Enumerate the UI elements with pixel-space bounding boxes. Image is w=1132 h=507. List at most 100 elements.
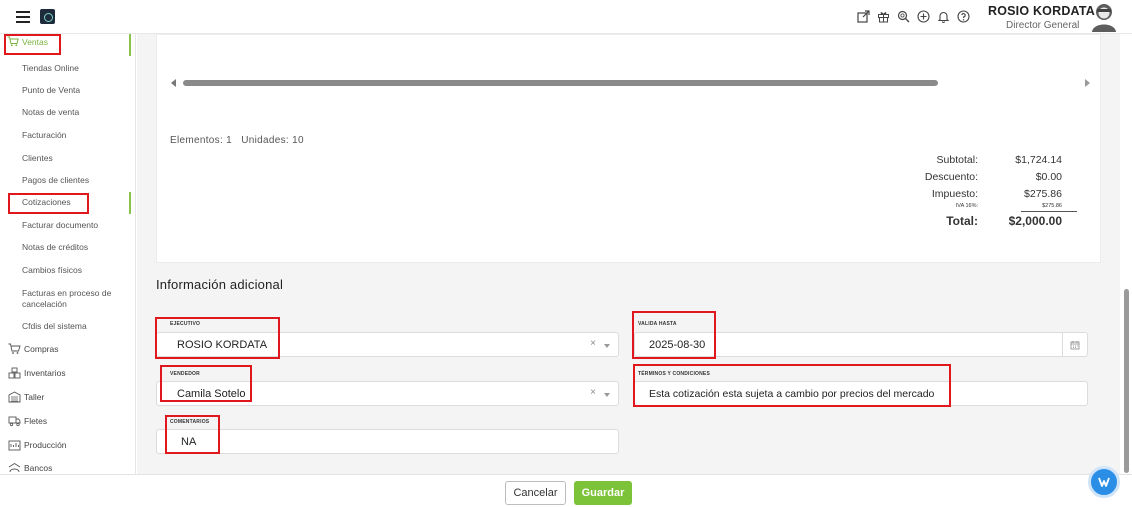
app-logo-icon[interactable]: [40, 9, 55, 24]
truck-icon: [8, 416, 21, 427]
discount-value: $0.00: [1035, 171, 1062, 183]
valida-hasta-value: 2025-08-30: [649, 339, 706, 351]
gift-icon[interactable]: [876, 10, 890, 24]
valida-hasta-label: VALIDA HASTA: [638, 321, 677, 327]
tax-value: $275.86: [1024, 188, 1062, 200]
horizontal-scrollbar[interactable]: [183, 80, 938, 86]
tax-row: Impuesto: $275.86: [840, 188, 1080, 200]
header-actions: [856, 10, 970, 24]
vertical-scrollbar[interactable]: [1124, 289, 1129, 473]
sidebar-item-label: Producción: [24, 440, 67, 450]
user-role: Director General: [1006, 20, 1080, 31]
subtotal-label: Subtotal:: [936, 154, 978, 166]
scroll-left-arrow-icon[interactable]: [171, 79, 176, 87]
terminos-field[interactable]: Esta cotización esta sujeta a cambio por…: [634, 381, 1088, 406]
bank-icon: [8, 462, 21, 473]
sidebar-item-notas-de-creditos[interactable]: Notas de créditos: [22, 242, 88, 253]
sidebar-item-facturacion[interactable]: Facturación: [22, 130, 66, 141]
iva-value: $275.86: [1042, 203, 1062, 209]
ejecutivo-value: ROSIO KORDATA: [177, 339, 268, 351]
cart-icon: [8, 343, 21, 354]
sidebar-item-produccion[interactable]: Producción: [8, 439, 67, 451]
sidebar-item-clientes[interactable]: Clientes: [22, 153, 53, 164]
comentarios-field[interactable]: NA: [156, 429, 619, 454]
total-row: Total: $2,000.00: [840, 214, 1080, 228]
ejecutivo-label: EJECUTIVO: [170, 321, 201, 327]
calendar-icon[interactable]: [1062, 333, 1087, 356]
help-icon[interactable]: [956, 10, 970, 24]
sidebar-item-label: Compras: [24, 344, 59, 354]
sidebar-item-cfdis-del-sistema[interactable]: Cfdis del sistema: [22, 321, 87, 332]
section-title: Información adicional: [156, 277, 284, 292]
active-indicator: [129, 192, 131, 214]
scroll-right-arrow-icon[interactable]: [1085, 79, 1090, 87]
add-circle-icon[interactable]: [916, 10, 930, 24]
search-icon[interactable]: [896, 10, 910, 24]
item-counts: Elementos: 1 Unidades: 10: [170, 135, 304, 146]
bottom-action-bar: Cancelar Guardar: [0, 474, 1132, 507]
comentarios-label: COMENTARIOS: [170, 419, 210, 425]
units-label: Unidades:: [241, 135, 289, 146]
sidebar-item-tiendas-online[interactable]: Tiendas Online: [22, 63, 79, 74]
sidebar-item-bancos[interactable]: Bancos: [8, 462, 52, 474]
chat-support-icon[interactable]: [1088, 466, 1120, 498]
iva-row: IVA 16%: $275.86: [840, 203, 1080, 209]
chevron-down-icon[interactable]: [604, 344, 610, 348]
sidebar-item-cambios-fisicos[interactable]: Cambios físicos: [22, 265, 82, 276]
items-card: Elementos: 1 Unidades: 10: [156, 34, 1101, 263]
sidebar-item-ventas[interactable]: Ventas: [7, 36, 48, 47]
boxes-icon: [8, 367, 21, 379]
comentarios-value: NA: [181, 436, 197, 448]
clear-icon[interactable]: ×: [590, 387, 596, 398]
ejecutivo-select[interactable]: ROSIO KORDATA ×: [156, 332, 619, 357]
total-value: $2,000.00: [1008, 214, 1062, 228]
total-divider: [1021, 211, 1077, 212]
sidebar-item-compras[interactable]: Compras: [8, 343, 58, 355]
external-link-icon[interactable]: [856, 10, 870, 24]
workshop-icon: [8, 391, 21, 403]
valida-hasta-field[interactable]: 2025-08-30: [634, 332, 1088, 357]
main-content: Elementos: 1 Unidades: 10 Subtotal: $1,7…: [137, 34, 1120, 474]
cart-icon: [7, 36, 19, 47]
sidebar-item-cotizaciones[interactable]: Cotizaciones: [22, 197, 71, 208]
terminos-label: TÉRMINOS Y CONDICIONES: [638, 371, 711, 377]
subtotal-value: $1,724.14: [1015, 154, 1062, 166]
discount-label: Descuento:: [924, 171, 978, 183]
sidebar-item-label: Fletes: [24, 416, 48, 426]
elements-value: 1: [226, 135, 232, 146]
sidebar-item-inventarios[interactable]: Inventarios: [8, 367, 66, 379]
sidebar-item-fletes[interactable]: Fletes: [8, 415, 47, 427]
sidebar-item-notas-de-venta[interactable]: Notas de venta: [22, 107, 79, 118]
clear-icon[interactable]: ×: [590, 338, 596, 349]
sidebar-item-pagos-de-clientes[interactable]: Pagos de clientes: [22, 175, 89, 186]
vendedor-value: Camila Sotelo: [177, 388, 246, 400]
subtotal-row: Subtotal: $1,724.14: [840, 154, 1080, 166]
cancel-button[interactable]: Cancelar: [505, 481, 566, 505]
sidebar: Ventas Tiendas Online Punto de Venta Not…: [0, 34, 136, 474]
sidebar-item-label: Inventarios: [24, 368, 66, 378]
units-value: 10: [292, 135, 304, 146]
vendedor-label: VENDEDOR: [170, 371, 200, 377]
sidebar-item-punto-de-venta[interactable]: Punto de Venta: [22, 85, 80, 96]
sidebar-item-facturas-cancelacion[interactable]: Facturas en proceso de: [22, 288, 111, 299]
elements-label: Elementos:: [170, 135, 224, 146]
sidebar-item-taller[interactable]: Taller: [8, 391, 44, 403]
sidebar-item-label: Bancos: [24, 463, 53, 473]
hamburger-menu-icon[interactable]: [16, 11, 30, 23]
sidebar-item-label: Ventas: [22, 36, 48, 47]
discount-row: Descuento: $0.00: [840, 171, 1080, 183]
terminos-value: Esta cotización esta sujeta a cambio por…: [649, 388, 935, 400]
active-indicator: [129, 34, 131, 56]
sidebar-item-label: Taller: [24, 392, 45, 402]
chevron-down-icon[interactable]: [604, 393, 610, 397]
total-label: Total:: [946, 214, 978, 228]
iva-label: IVA 16%:: [955, 203, 978, 209]
sidebar-item-facturar-documento[interactable]: Facturar documento: [22, 220, 98, 231]
save-button[interactable]: Guardar: [574, 481, 632, 505]
top-bar: ROSIO KORDATA Director General: [0, 0, 1132, 34]
user-avatar-icon[interactable]: [1090, 2, 1118, 32]
user-name[interactable]: ROSIO KORDATA: [988, 4, 1095, 18]
bell-icon[interactable]: [936, 10, 950, 24]
sidebar-item-facturas-cancelacion-line2[interactable]: cancelación: [22, 299, 67, 310]
vendedor-select[interactable]: Camila Sotelo ×: [156, 381, 619, 406]
